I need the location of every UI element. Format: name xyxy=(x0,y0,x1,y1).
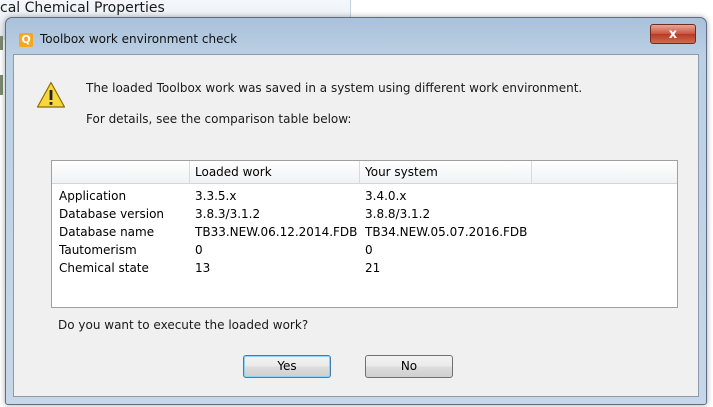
system-value: 21 xyxy=(365,261,381,275)
system-value: TB34.NEW.05.07.2016.FDB xyxy=(365,225,528,239)
loaded-value: 3.8.3/3.1.2 xyxy=(195,207,261,221)
system-value: 3.8.8/3.1.2 xyxy=(365,207,431,221)
toolbox-icon: Q xyxy=(19,33,33,47)
warning-icon xyxy=(36,81,66,108)
table-row: Chemical state 13 21 xyxy=(52,259,677,277)
yes-button[interactable]: Yes xyxy=(243,355,331,378)
table-row: Application 3.3.5.x 3.4.0.x xyxy=(52,187,677,205)
table-row: Database version 3.8.3/3.1.2 3.8.8/3.1.2 xyxy=(52,205,677,223)
message-line-2: For details, see the comparison table be… xyxy=(86,112,352,126)
confirm-question: Do you want to execute the loaded work? xyxy=(58,318,309,332)
loaded-value: TB33.NEW.06.12.2014.FDB xyxy=(195,225,358,239)
background-edge xyxy=(0,75,3,95)
comparison-table: Loaded work Your system Application 3.3.… xyxy=(51,160,678,308)
row-label: Tautomerism xyxy=(59,243,137,257)
loaded-value: 13 xyxy=(195,261,211,275)
row-label: Database name xyxy=(59,225,155,239)
column-header-your-system[interactable]: Your system xyxy=(359,161,532,183)
column-header-property[interactable] xyxy=(52,161,190,183)
background-edge xyxy=(0,36,3,50)
dialog-titlebar[interactable]: Q Toolbox work environment check x xyxy=(6,18,706,54)
system-value: 3.4.0.x xyxy=(365,189,407,203)
loaded-value: 3.3.5.x xyxy=(195,189,237,203)
column-header-loaded-work[interactable]: Loaded work xyxy=(189,161,360,183)
environment-check-dialog: Q Toolbox work environment check x The l… xyxy=(5,17,707,405)
table-header: Loaded work Your system xyxy=(52,161,677,184)
message-line-1: The loaded Toolbox work was saved in a s… xyxy=(86,81,583,95)
row-label: Chemical state xyxy=(59,261,149,275)
dialog-title: Toolbox work environment check xyxy=(40,32,238,46)
close-icon: x xyxy=(668,27,678,42)
background-window-title: cal Chemical Properties xyxy=(0,0,165,16)
system-value: 0 xyxy=(365,243,373,257)
row-label: Application xyxy=(59,189,127,203)
dialog-body: The loaded Toolbox work was saved in a s… xyxy=(13,54,699,397)
row-label: Database version xyxy=(59,207,165,221)
loaded-value: 0 xyxy=(195,243,203,257)
table-row: Database name TB33.NEW.06.12.2014.FDB TB… xyxy=(52,223,677,241)
table-row: Tautomerism 0 0 xyxy=(52,241,677,259)
no-button[interactable]: No xyxy=(365,355,453,378)
close-button[interactable]: x xyxy=(650,24,696,44)
